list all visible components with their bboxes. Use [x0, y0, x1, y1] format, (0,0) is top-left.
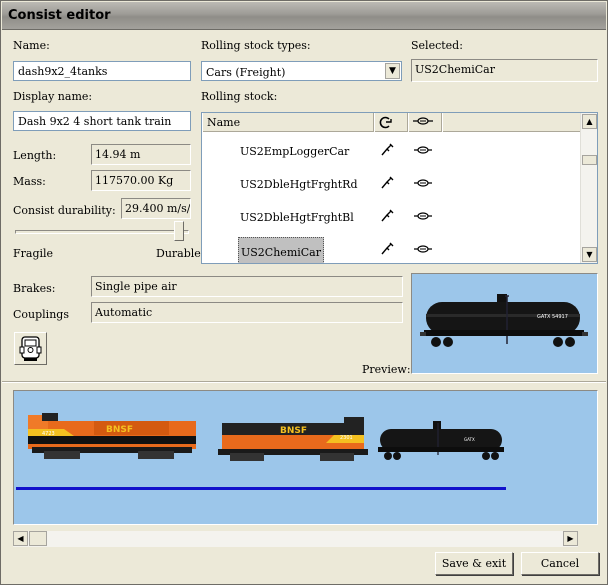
- consist-editor-window: Consist editor Name: dash9x2_4tanks Disp…: [0, 0, 608, 585]
- consist-horizontal-scrollbar[interactable]: ◀ ▶: [13, 531, 578, 547]
- rolling-stock-types-value: Cars (Freight): [206, 66, 286, 79]
- coupler-icon: [381, 143, 394, 156]
- list-item-selected[interactable]: US2ChemiCar: [202, 233, 580, 263]
- column-header-hose-icon[interactable]: [408, 113, 442, 132]
- loco-number: 2301: [340, 435, 353, 441]
- cancel-button[interactable]: Cancel: [521, 552, 599, 575]
- preview-pane: GATX 54917: [411, 273, 598, 374]
- couplings-value: Automatic: [91, 302, 403, 323]
- loco-view-button[interactable]: [14, 332, 47, 365]
- list-vertical-scrollbar[interactable]: ▲ ▼: [580, 113, 597, 263]
- name-input[interactable]: dash9x2_4tanks: [13, 61, 191, 81]
- horizontal-scroll-thumb[interactable]: [29, 531, 47, 546]
- section-divider: [2, 381, 606, 383]
- scroll-down-icon[interactable]: ▼: [582, 247, 597, 262]
- brakes-value: Single pipe air: [91, 276, 403, 297]
- tank-car-unit: GATX: [378, 421, 504, 460]
- loco-road-name: BNSF: [280, 426, 307, 436]
- coupler-icon: [381, 209, 394, 222]
- coupler-icon: [381, 242, 394, 255]
- list-item-name: US2EmpLoggerCar: [240, 145, 350, 158]
- mass-value: 117570.00 Kg: [91, 170, 191, 191]
- length-label: Length:: [13, 149, 57, 162]
- hose-icon: [414, 146, 432, 154]
- preview-label: Preview:: [362, 363, 411, 376]
- column-header-blank: [442, 113, 580, 132]
- dropdown-arrow-icon[interactable]: ▼: [385, 63, 400, 79]
- preview-car-text: GATX 54917: [537, 314, 568, 320]
- rolling-stock-types-label: Rolling stock types:: [201, 39, 311, 52]
- list-item-name: US2ChemiCar: [238, 237, 324, 263]
- durability-value: 29.400 m/s/s: [121, 198, 191, 219]
- locomotive-unit: BNSF 4723: [28, 413, 196, 459]
- durability-slider-thumb[interactable]: [174, 221, 184, 241]
- rolling-stock-label: Rolling stock:: [201, 90, 278, 103]
- consist-image: BNSF 4723 BNSF 2301 GATX: [16, 413, 506, 490]
- tank-car-preview-image: GATX 54917: [420, 294, 588, 347]
- hose-icon: [414, 245, 432, 253]
- rolling-stock-list[interactable]: Name US2EmpLoggerCar US2DbleHgtFrghtRd U…: [201, 112, 598, 264]
- durability-slider-track[interactable]: [15, 230, 189, 234]
- title-bar[interactable]: Consist editor: [2, 2, 606, 30]
- selected-value: US2ChemiCar: [411, 59, 598, 82]
- selected-label: Selected:: [411, 39, 463, 52]
- durable-label: Durable: [156, 247, 201, 260]
- locomotive-front-icon: [19, 336, 42, 361]
- list-header: Name: [202, 113, 580, 132]
- display-name-input[interactable]: Dash 9x2 4 short tank train: [13, 111, 191, 131]
- scroll-thumb[interactable]: [582, 155, 597, 165]
- loco-road-name: BNSF: [106, 425, 133, 435]
- list-item[interactable]: US2EmpLoggerCar: [202, 134, 580, 167]
- list-item[interactable]: US2DbleHgtFrghtBl: [202, 200, 580, 233]
- list-item[interactable]: US2DbleHgtFrghtRd: [202, 167, 580, 200]
- scroll-right-icon[interactable]: ▶: [563, 531, 578, 546]
- consist-view[interactable]: BNSF 4723 BNSF 2301 GATX: [13, 390, 598, 525]
- length-value: 14.94 m: [91, 144, 191, 165]
- list-item-name: US2DbleHgtFrghtRd: [240, 178, 358, 191]
- scroll-up-icon[interactable]: ▲: [582, 114, 597, 129]
- scroll-left-icon[interactable]: ◀: [13, 531, 28, 546]
- loco-number: 4723: [42, 431, 55, 437]
- hose-icon: [414, 212, 432, 220]
- name-label: Name:: [13, 39, 50, 52]
- hose-icon: [414, 179, 432, 187]
- durability-label: Consist durability:: [13, 204, 116, 217]
- display-name-label: Display name:: [13, 90, 93, 103]
- column-header-coupler-icon[interactable]: [374, 113, 408, 132]
- tank-car-number: GATX: [464, 437, 475, 442]
- couplings-label: Couplings: [13, 308, 69, 321]
- coupler-icon: [381, 176, 394, 189]
- locomotive-unit: BNSF 2301: [218, 417, 368, 461]
- column-header-name[interactable]: Name: [202, 113, 374, 132]
- brakes-label: Brakes:: [13, 282, 56, 295]
- save-exit-button[interactable]: Save & exit: [435, 552, 513, 575]
- fragile-label: Fragile: [13, 247, 54, 260]
- window-title: Consist editor: [8, 8, 111, 23]
- track-line: [16, 487, 506, 490]
- list-item-name: US2DbleHgtFrghtBl: [240, 211, 354, 224]
- mass-label: Mass:: [13, 175, 46, 188]
- rolling-stock-types-select[interactable]: Cars (Freight) ▼: [201, 61, 402, 81]
